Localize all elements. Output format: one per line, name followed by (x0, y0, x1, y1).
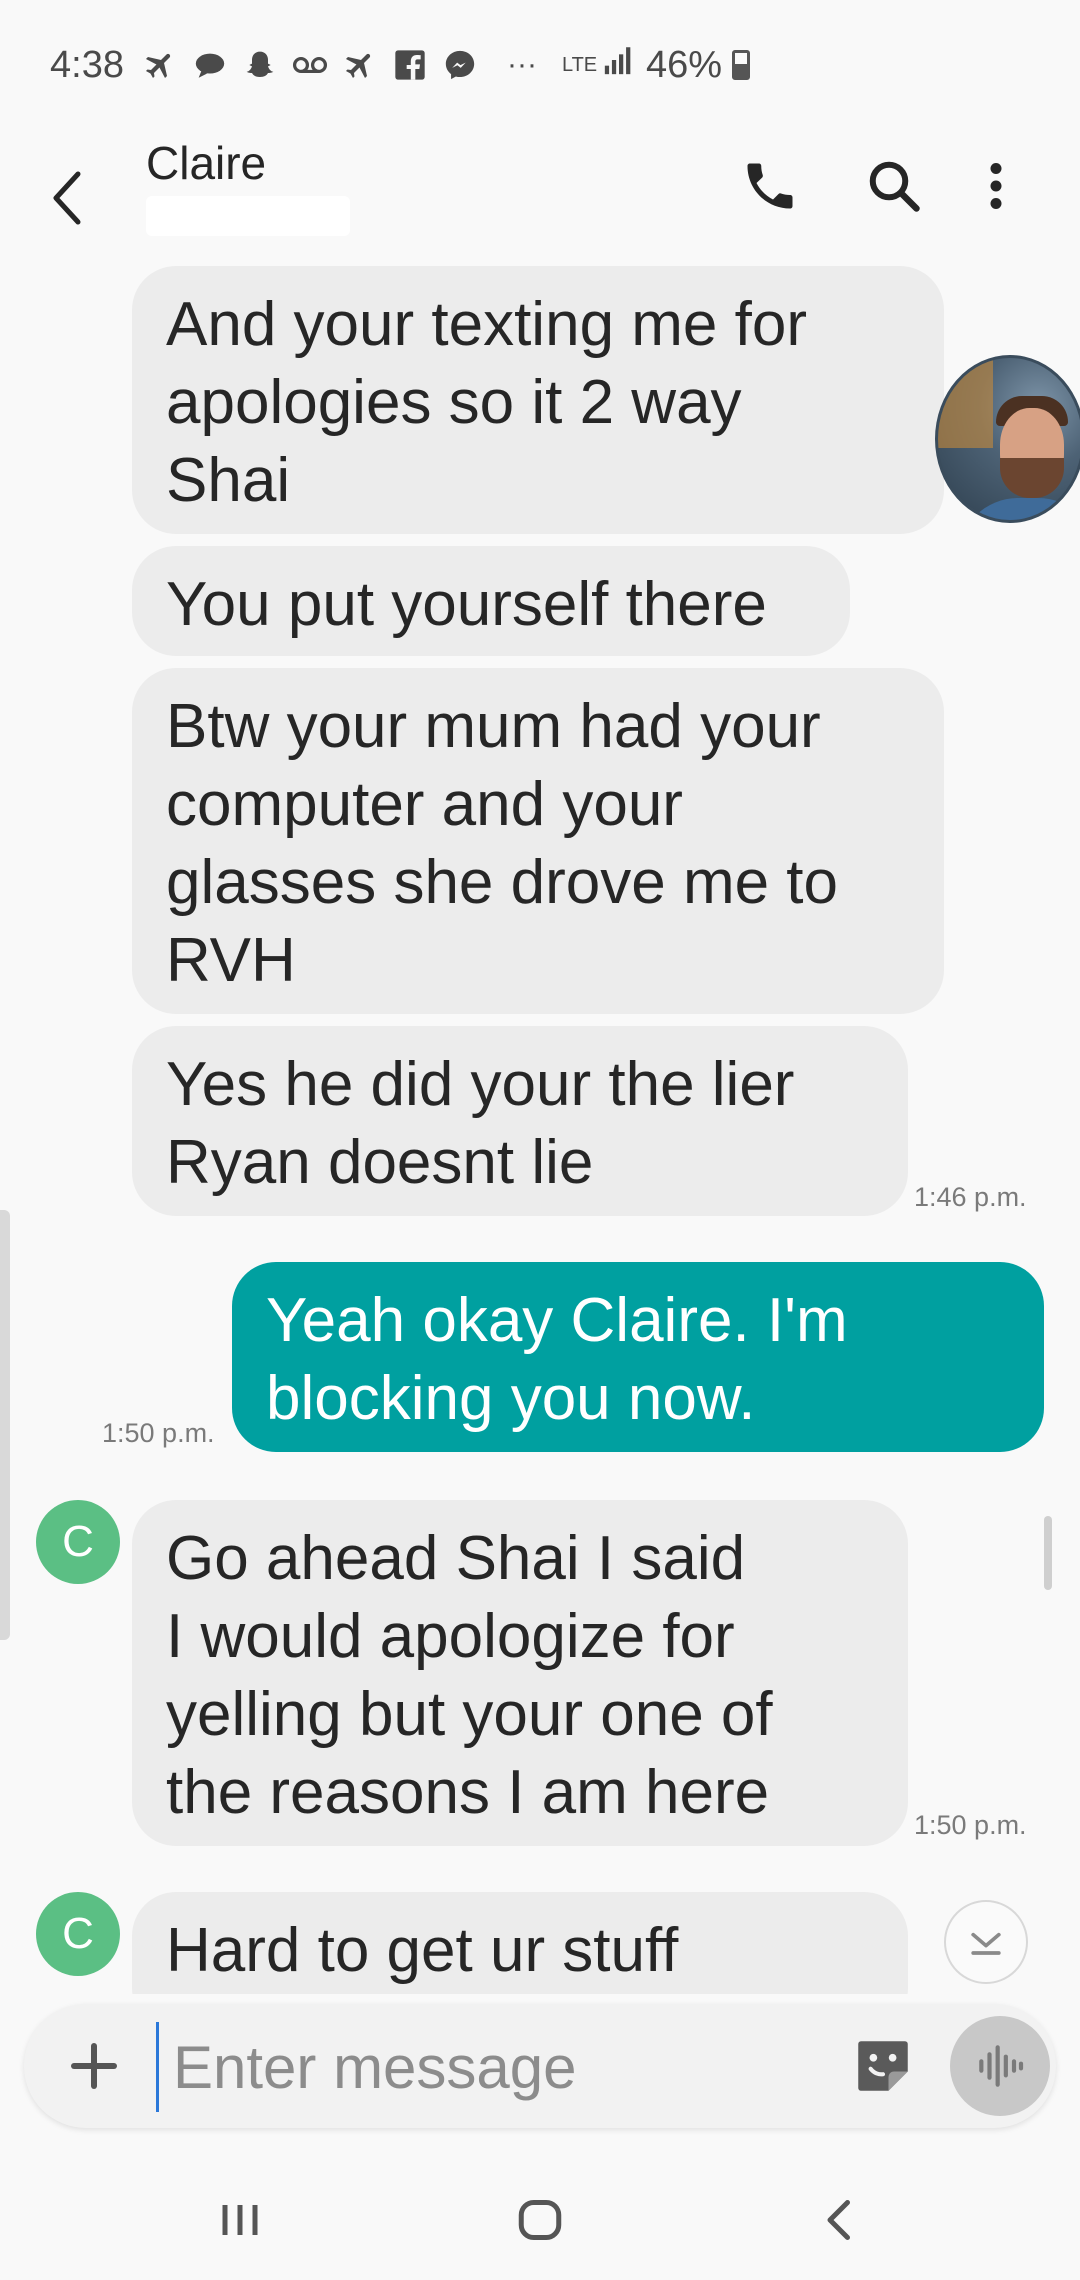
recents-button[interactable] (210, 2190, 270, 2250)
message-input[interactable] (156, 2022, 836, 2112)
contact-name[interactable]: Claire (146, 136, 266, 190)
facebook-icon (392, 47, 428, 83)
voice-waveform-icon (979, 2045, 1024, 2087)
plus-icon (71, 2043, 117, 2089)
conversation-header: Claire (0, 130, 1080, 386)
scroll-to-bottom-button[interactable] (944, 1900, 1028, 1984)
more-vert-icon (990, 163, 1002, 209)
battery-percent: 46% (645, 43, 722, 86)
sticker-icon (858, 2041, 908, 2091)
message-timestamp: 1:46 p.m. (914, 1182, 1027, 1212)
arrow-back-icon (53, 171, 81, 225)
attach-button[interactable] (64, 2036, 124, 2096)
back-button[interactable] (40, 160, 100, 230)
home-icon (518, 2200, 562, 2240)
message-composer (24, 2004, 1056, 2128)
message-bubble-incoming[interactable]: Go ahead Shai I said I would apologize f… (132, 1500, 908, 1846)
message-bubble-outgoing[interactable]: Yeah okay Claire. I'm blocking you now. (232, 1262, 1044, 1452)
snapchat-icon (242, 47, 278, 83)
home-button[interactable] (510, 2186, 570, 2254)
messenger-icon (442, 47, 478, 83)
chat-bubble-icon (192, 47, 228, 83)
recents-icon (222, 2205, 258, 2235)
voice-record-button[interactable] (950, 2016, 1050, 2116)
status-time: 4:38 (50, 43, 124, 86)
search-icon (869, 161, 920, 212)
edge-panel-handle[interactable] (0, 1210, 10, 1640)
notification-icons: ··· (142, 47, 552, 83)
sender-avatar[interactable]: C (36, 1892, 120, 1976)
message-bubble-incoming[interactable]: Yes he did your the lier Ryan doesnt lie (132, 1026, 908, 1216)
chevron-down-icon (971, 1932, 1001, 1955)
network-type: LTE (561, 54, 598, 76)
back-icon (827, 2200, 850, 2240)
system-indicators: LTE 46% (562, 43, 750, 87)
battery-icon (732, 50, 750, 80)
voicemail-icon (292, 47, 328, 83)
signal-icon (602, 43, 636, 87)
flight-icon (142, 47, 178, 83)
call-button[interactable] (740, 156, 800, 216)
more-notifications-icon: ··· (506, 48, 537, 81)
contact-photo-avatar[interactable] (935, 355, 1080, 523)
more-options-button[interactable] (966, 156, 1026, 216)
scrollbar-thumb[interactable] (1044, 1516, 1052, 1590)
call-icon (747, 163, 793, 209)
sticker-button[interactable] (850, 2030, 916, 2102)
status-bar: 4:38 ··· LTE 46% (0, 0, 1080, 130)
message-bubble-incoming[interactable]: And your texting me for apologies so it … (132, 266, 944, 534)
contact-number-redacted (146, 196, 350, 236)
message-timestamp: 1:50 p.m. (914, 1810, 1027, 1840)
nav-back-button[interactable] (810, 2186, 870, 2254)
search-button[interactable] (864, 156, 924, 216)
sender-avatar[interactable]: C (36, 1500, 120, 1584)
system-navigation-bar (0, 2160, 1080, 2280)
message-timestamp: 1:50 p.m. (102, 1418, 215, 1448)
message-bubble-incoming[interactable]: You put yourself there (132, 546, 850, 656)
flight-icon (342, 47, 378, 83)
message-bubble-incoming[interactable]: Btw your mum had your computer and your … (132, 668, 944, 1014)
